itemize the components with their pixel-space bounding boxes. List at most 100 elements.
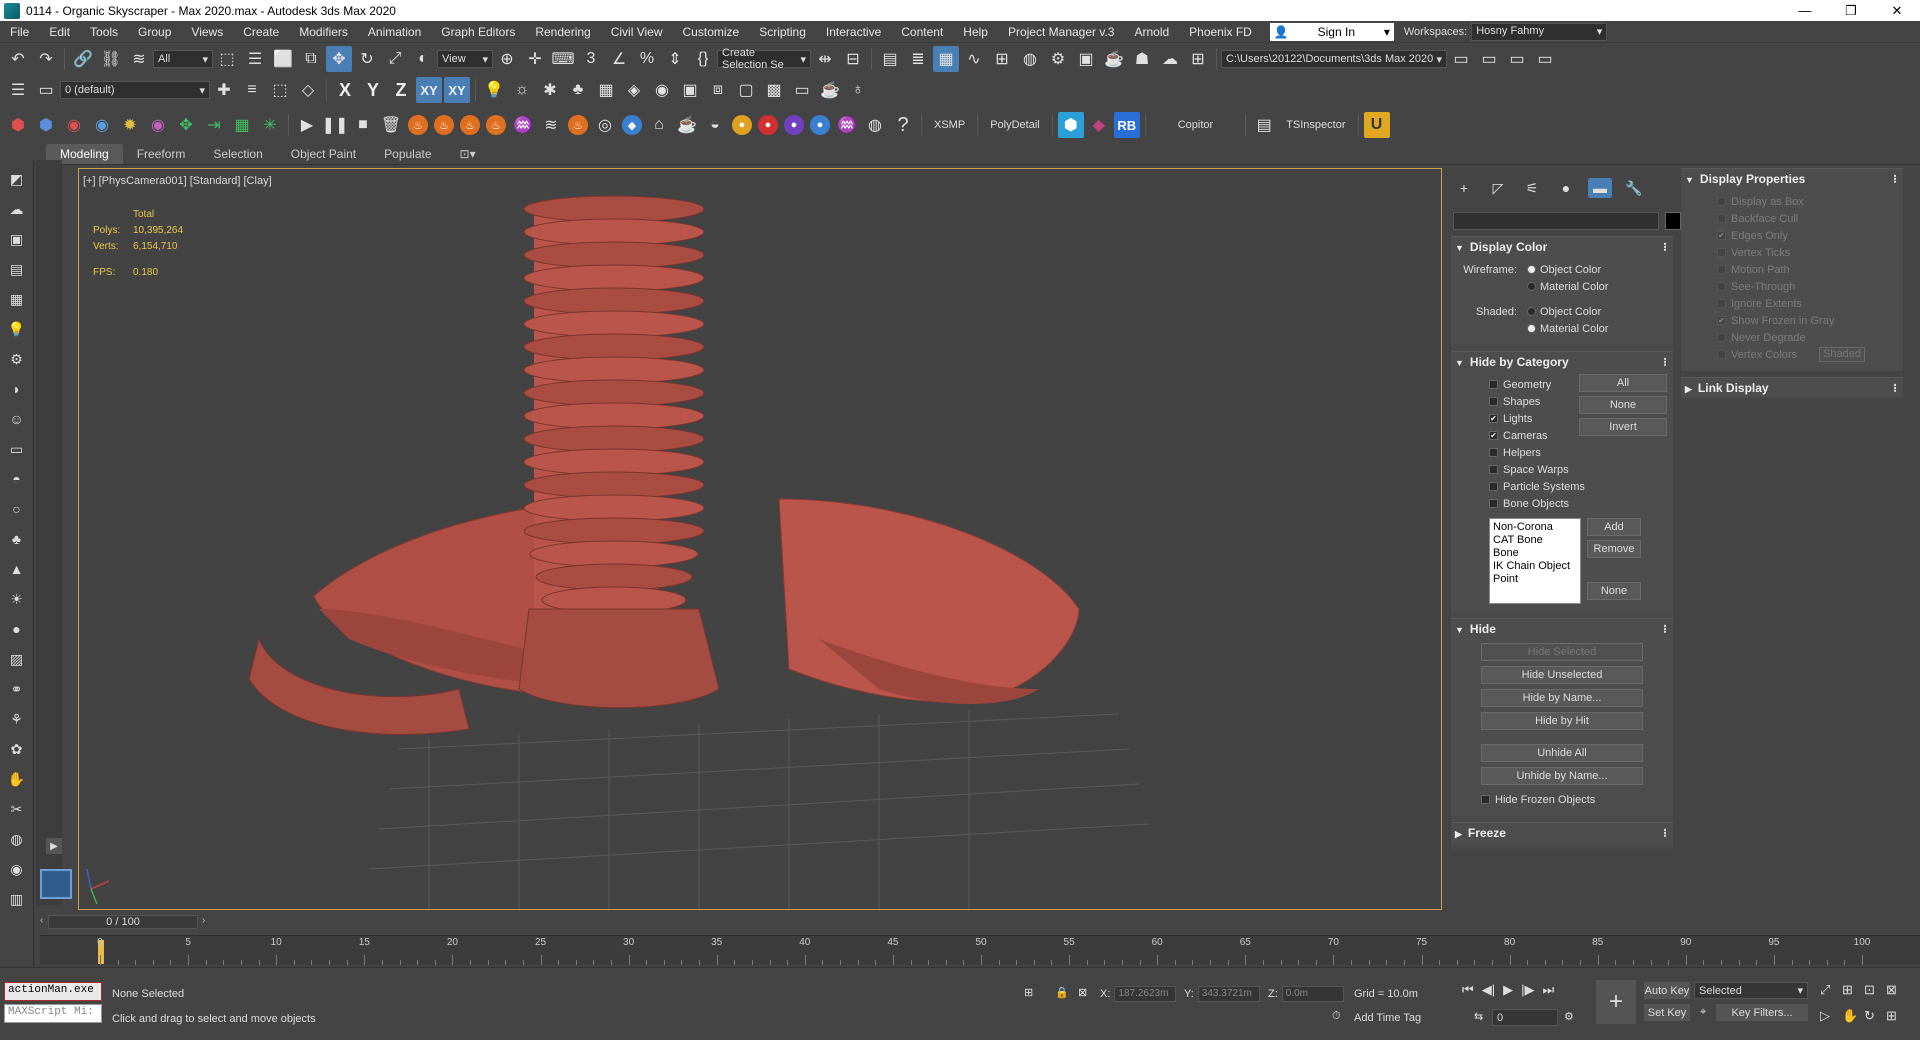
create-tab-icon[interactable]: + <box>1452 178 1476 198</box>
category-none2-button[interactable]: None <box>1587 582 1641 600</box>
hide-by-category-header[interactable]: ▼ Hide by Category ⁝ <box>1451 352 1673 372</box>
arrow-green-icon[interactable]: ⇥ <box>201 112 227 138</box>
teapot-icon[interactable]: ☕ <box>817 77 843 103</box>
tab-populate[interactable]: Populate <box>370 144 445 164</box>
set-current-layer-icon[interactable]: ◇ <box>295 77 321 103</box>
create-layer-icon[interactable]: ✚ <box>211 77 237 103</box>
select-move-icon[interactable]: ✥ <box>326 46 352 72</box>
redo-icon[interactable]: ↷ <box>33 46 59 72</box>
brain-icon[interactable]: ◍ <box>4 826 30 852</box>
cube-tool-icon[interactable]: ⬢ <box>1057 112 1084 138</box>
menu-group[interactable]: Group <box>128 25 181 39</box>
spinner-snap-icon[interactable]: ⇕ <box>662 46 688 72</box>
bind-space-warp-icon[interactable]: ≋ <box>126 46 152 72</box>
render-production-icon[interactable]: ☕ <box>1101 46 1127 72</box>
auto-key-button[interactable]: Auto Key <box>1644 982 1690 999</box>
snaps-toggle-icon[interactable]: 3 <box>578 46 604 72</box>
tab-object-paint[interactable]: Object Paint <box>277 144 370 164</box>
constrain-x-button[interactable]: X <box>332 77 358 103</box>
sign-in-dropdown[interactable]: 👤 Sign In ▾ <box>1269 22 1394 41</box>
go-to-end-icon[interactable]: ⏭ <box>1542 982 1554 998</box>
display-as-box-checkbox[interactable] <box>1717 197 1726 206</box>
keyboard-shortcut-icon[interactable]: ⌨ <box>550 46 576 72</box>
geometry-checkbox[interactable] <box>1489 380 1498 389</box>
viewport-layout-thumbnail[interactable] <box>40 869 72 899</box>
sun-icon[interactable]: ☼ <box>509 77 535 103</box>
hierarchy-tab-icon[interactable]: ⚟ <box>1520 178 1544 198</box>
hide-by-name-button[interactable]: Hide by Name... <box>1481 689 1643 707</box>
play-icon[interactable]: ▶ <box>294 112 320 138</box>
menu-customize[interactable]: Customize <box>673 25 750 39</box>
current-frame-field[interactable]: 0 <box>1492 1009 1558 1026</box>
pan-view-icon[interactable]: ✋ <box>1842 1008 1858 1024</box>
category-remove-button[interactable]: Remove <box>1587 540 1641 558</box>
edit-named-selection-icon[interactable]: {} <box>690 46 716 72</box>
percent-snap-icon[interactable]: % <box>634 46 660 72</box>
globe-icon[interactable]: ◉ <box>4 856 30 882</box>
display-color-header[interactable]: ▼ Display Color ⁝ <box>1451 237 1673 257</box>
project-folder-select[interactable]: C:\Users\20122\Documents\3ds Max 2020 ▾ <box>1221 50 1447 68</box>
constrain-xy-button[interactable]: XY <box>416 77 442 103</box>
window-icon[interactable]: ▭ <box>4 436 30 462</box>
tab-selection[interactable]: Selection <box>199 144 276 164</box>
menu-animation[interactable]: Animation <box>358 25 431 39</box>
tab-freeform[interactable]: Freeform <box>123 144 200 164</box>
help-icon[interactable]: ? <box>890 112 916 138</box>
phoenix-bottle-icon[interactable]: ⌂ <box>646 112 672 138</box>
image-icon[interactable]: ▣ <box>4 226 30 252</box>
sphere-icon[interactable]: ○ <box>4 496 30 522</box>
phoenix-liquid-icon[interactable]: ◆ <box>622 115 642 135</box>
object-box-icon[interactable]: ◩ <box>4 166 30 192</box>
mirror-icon[interactable]: ⇹ <box>812 46 838 72</box>
render-setup-icon[interactable]: ⚙ <box>1045 46 1071 72</box>
lock-icon[interactable]: 🔒 <box>1055 986 1069 999</box>
motion-tab-icon[interactable]: ● <box>1554 178 1578 198</box>
edges-only-checkbox[interactable]: ✔ <box>1717 231 1726 240</box>
vertex-colors-checkbox[interactable] <box>1717 350 1726 359</box>
hide-frozen-checkbox[interactable] <box>1481 795 1490 804</box>
settings-icon[interactable]: ⚙ <box>4 346 30 372</box>
balloon-icon[interactable]: ♁ <box>845 77 871 103</box>
time-prev-icon[interactable]: ‹ <box>40 915 43 926</box>
expand-arrow-icon[interactable]: ▶ <box>46 838 62 854</box>
forest-icon[interactable]: ♣ <box>565 77 591 103</box>
constrain-y-button[interactable]: Y <box>360 77 386 103</box>
bulb-icon[interactable]: ◈ <box>621 77 647 103</box>
menu-file[interactable]: File <box>0 25 39 39</box>
pivot-center-icon[interactable]: ⊕ <box>494 46 520 72</box>
phoenix-swirl-icon[interactable]: ◎ <box>592 112 618 138</box>
utility-u-icon[interactable]: U <box>1363 112 1390 138</box>
list-item[interactable]: IK Chain Object <box>1493 560 1577 573</box>
table-icon[interactable]: ▦ <box>4 286 30 312</box>
render-iterative-icon[interactable]: ☗ <box>1129 46 1155 72</box>
absolute-mode-icon[interactable]: ⊠ <box>1078 986 1087 999</box>
link-display-header[interactable]: ▶ Link Display ⁝ <box>1681 378 1903 398</box>
viewport-label[interactable]: [+] [PhysCamera001] [Standard] [Clay] <box>83 175 272 187</box>
list-item[interactable]: Point <box>1493 573 1577 586</box>
phoenix-ocean-icon[interactable]: ◍ <box>862 112 888 138</box>
layer-manager-icon[interactable]: ☰ <box>5 77 31 103</box>
particle-systems-checkbox[interactable] <box>1489 482 1498 491</box>
xsmp-button[interactable]: XSMP <box>926 119 973 131</box>
unlink-icon[interactable]: ⛓ <box>98 46 124 72</box>
show-frozen-gray-checkbox[interactable]: ✔ <box>1717 316 1726 325</box>
pause-icon[interactable]: ❚❚ <box>322 112 349 138</box>
never-degrade-checkbox[interactable] <box>1717 333 1726 342</box>
curve-editor-icon[interactable]: ∿ <box>961 46 987 72</box>
reference-coordinate-select[interactable]: View ▾ <box>437 50 493 68</box>
spark-green-icon[interactable]: ✳ <box>257 112 283 138</box>
list-item[interactable]: CAT Bone <box>1493 534 1577 547</box>
safe-frame-icon[interactable]: ▭ <box>789 77 815 103</box>
key-mode-icon[interactable]: ⇆ <box>1474 1010 1483 1023</box>
grid-green-icon[interactable]: ▦ <box>229 112 255 138</box>
viewport[interactable]: [+] [PhysCamera001] [Standard] [Clay] To… <box>78 168 1442 910</box>
key-filters-button[interactable]: Key Filters... <box>1716 1004 1808 1021</box>
table-icon[interactable]: ▦ <box>593 77 619 103</box>
shapes-checkbox[interactable] <box>1489 397 1498 406</box>
hide-selected-button[interactable]: Hide Selected <box>1481 643 1643 661</box>
category-all-button[interactable]: All <box>1579 374 1667 392</box>
menu-rendering[interactable]: Rendering <box>525 25 600 39</box>
phoenix-foam-icon[interactable]: ♒ <box>834 112 860 138</box>
hide-unselected-button[interactable]: Hide Unselected <box>1481 666 1643 684</box>
menu-civil-view[interactable]: Civil View <box>601 25 673 39</box>
